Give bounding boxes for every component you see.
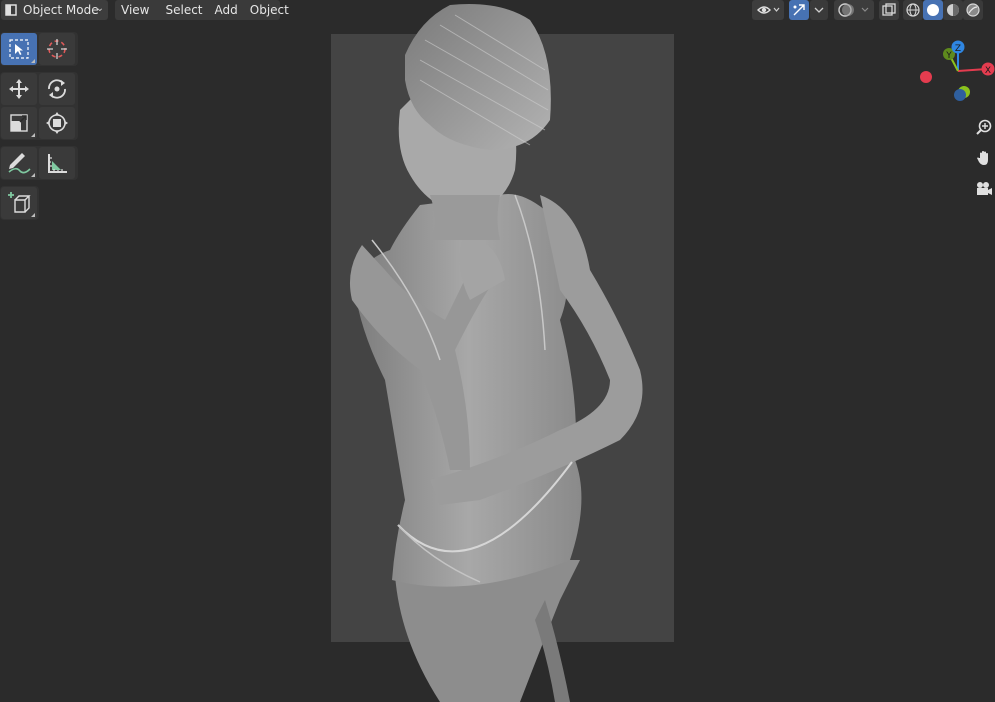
select-box-icon [9,39,29,59]
rotate-tool[interactable] [39,73,75,105]
menu-select[interactable]: Select [159,3,208,17]
cursor-tool[interactable] [39,33,75,65]
cursor-icon [47,39,67,59]
menu-add[interactable]: Add [209,3,244,17]
visibility-dropdown[interactable] [752,0,784,20]
neg-x-axis-handle[interactable] [920,71,932,83]
material-shading-icon [947,4,959,16]
gizmo-toggle[interactable] [789,0,809,20]
annotate-tool[interactable] [1,147,37,179]
scale-tool[interactable] [1,107,37,139]
sculpted-figure [349,4,643,702]
eye-icon [757,6,780,14]
menu-view[interactable]: View [115,3,155,17]
tool-options-corner [31,173,35,177]
neg-z-axis-handle[interactable] [954,89,966,101]
tool-options-corner [31,59,35,63]
gizmo-dropdown[interactable] [810,0,828,20]
menu-object[interactable]: Object [244,3,295,17]
solid-shading-icon [927,4,939,16]
scale-icon [10,114,28,132]
annotate-icon [8,153,31,174]
y-axis-label: Y [945,51,952,61]
rotate-icon [48,79,66,99]
zoom-button[interactable] [973,116,995,138]
transform-tool[interactable] [39,107,75,139]
navigation-gizmo[interactable]: Y Z X [915,37,995,107]
gizmo-icon [793,4,805,16]
pan-button[interactable] [973,147,995,169]
wireframe-shading-icon [906,3,920,17]
object-mode-icon [5,4,17,16]
zoom-icon [976,119,992,135]
hand-icon [977,151,988,165]
shading-rendered[interactable] [963,0,983,20]
rendered-shading-icon [966,3,980,17]
move-icon [9,79,29,99]
shading-material[interactable] [943,0,963,20]
camera-icon [977,182,992,195]
shading-solid[interactable] [923,0,943,20]
z-axis-label: Z [955,44,961,54]
measure-icon [48,154,67,173]
move-tool[interactable] [1,73,37,105]
overlays-dropdown[interactable] [834,0,874,20]
add-cube-icon [8,192,31,213]
chevron-down-icon [814,7,824,13]
camera-view-button[interactable] [973,178,995,200]
shading-wireframe[interactable] [903,0,923,20]
header-menu: View Select Add Object [115,0,289,20]
add-cube-tool[interactable] [1,187,37,219]
chevron-down-icon: ⌄ [95,3,104,14]
object-mode-label: Object Mode [23,3,99,17]
tool-options-corner [31,133,35,137]
overlays-icon [838,3,869,17]
tool-options-corner [31,213,35,217]
x-axis-label: X [985,66,991,76]
xray-toggle[interactable] [879,0,899,20]
select-box-tool[interactable] [1,33,37,65]
transform-icon [46,112,68,134]
object-mode-dropdown[interactable]: Object Mode ⌄ [1,0,108,20]
xray-icon [882,3,896,16]
measure-tool[interactable] [39,147,75,179]
